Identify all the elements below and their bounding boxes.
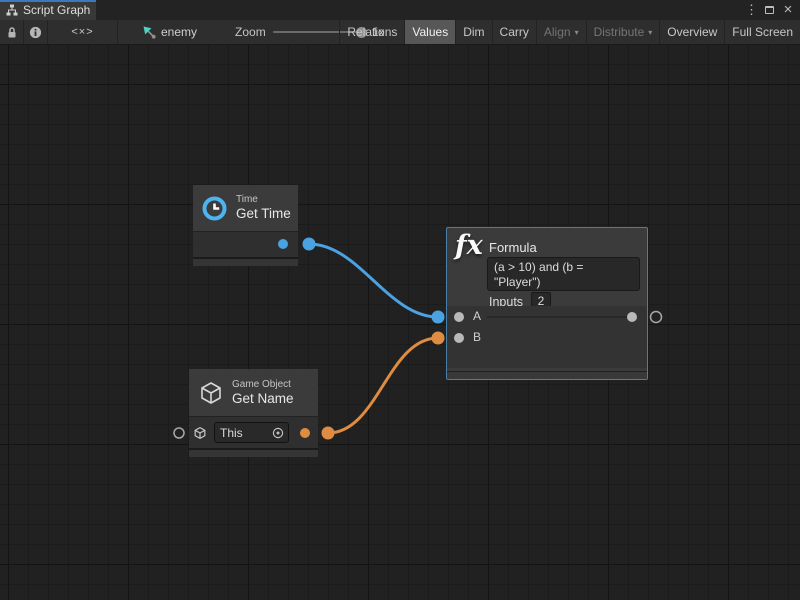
port-a-label: A <box>473 309 481 323</box>
object-picker-icon[interactable] <box>271 426 285 440</box>
node-get-time[interactable]: Time Get Time <box>193 185 298 266</box>
chevron-down-icon: ▾ <box>648 28 652 37</box>
node-title: Get Name <box>232 391 294 407</box>
relations-button[interactable]: Relations <box>339 20 404 44</box>
maximize-icon[interactable] <box>765 6 774 14</box>
expression-line: "Player") <box>494 275 633 290</box>
node-title: Get Time <box>236 206 291 222</box>
node-port-area: This <box>189 416 318 448</box>
expression-line: (a > 10) and (b = <box>494 260 633 275</box>
title-bar: Script Graph ⋮ × <box>0 0 800 20</box>
info-icon <box>29 26 42 39</box>
lock-button[interactable] <box>0 20 24 44</box>
values-button[interactable]: Values <box>404 20 455 44</box>
kebab-menu-icon[interactable]: ⋮ <box>745 0 757 20</box>
info-button[interactable] <box>24 20 48 44</box>
target-object-field[interactable]: This <box>214 422 289 443</box>
graph-canvas[interactable] <box>0 45 800 600</box>
script-graph-window: Script Graph ⋮ × <×> <box>0 0 800 600</box>
fullscreen-button[interactable]: Full Screen <box>724 20 800 44</box>
game-object-cube-icon <box>198 380 224 406</box>
dim-button[interactable]: Dim <box>455 20 491 44</box>
node-footer <box>447 371 647 379</box>
overview-button[interactable]: Overview <box>659 20 724 44</box>
graph-name: enemy <box>161 25 197 39</box>
zoom-label: Zoom <box>235 25 266 39</box>
node-category: Game Object <box>232 379 294 391</box>
chevron-down-icon: ▾ <box>575 28 579 37</box>
node-footer <box>189 448 318 457</box>
script-graph-asset-icon <box>142 25 156 39</box>
node-title: Formula <box>489 240 537 255</box>
node-formula-selected[interactable]: fx Formula (a > 10) and (b = "Player") I… <box>446 227 648 380</box>
code-preview-icon: <×> <box>71 26 93 38</box>
tab-script-graph[interactable]: Script Graph <box>0 0 96 20</box>
toolbar: <×> enemy Zoom 1x Relations Values Dim C… <box>0 20 800 45</box>
code-preview-button[interactable]: <×> <box>48 20 118 44</box>
formula-fx-icon: fx <box>455 230 483 261</box>
port-b-label: B <box>473 330 481 344</box>
node-port-area <box>193 231 298 257</box>
node-get-name[interactable]: Game Object Get Name This <box>189 369 318 457</box>
target-object-value: This <box>215 426 271 440</box>
node-header: Game Object Get Name <box>189 369 318 416</box>
window-controls: ⋮ × <box>745 0 798 20</box>
active-tab-accent <box>0 0 96 2</box>
clock-icon <box>201 195 228 222</box>
close-icon[interactable]: × <box>782 0 794 20</box>
node-category: Time <box>236 194 291 206</box>
align-button[interactable]: Align ▾ <box>536 20 586 44</box>
toolbar-right-group: Relations Values Dim Carry Align ▾ Distr… <box>339 20 800 44</box>
tab-title: Script Graph <box>23 3 90 17</box>
graph-hierarchy-icon <box>6 4 18 16</box>
node-header: Time Get Time <box>193 185 298 231</box>
node-port-area: A B <box>447 306 647 368</box>
node-footer <box>193 257 298 266</box>
formula-expression-input[interactable]: (a > 10) and (b = "Player") <box>487 257 640 291</box>
carry-button[interactable]: Carry <box>492 20 536 44</box>
graph-breadcrumb[interactable]: enemy <box>142 20 197 44</box>
lock-icon <box>6 26 18 39</box>
cube-icon <box>193 426 207 440</box>
distribute-button[interactable]: Distribute ▾ <box>586 20 660 44</box>
